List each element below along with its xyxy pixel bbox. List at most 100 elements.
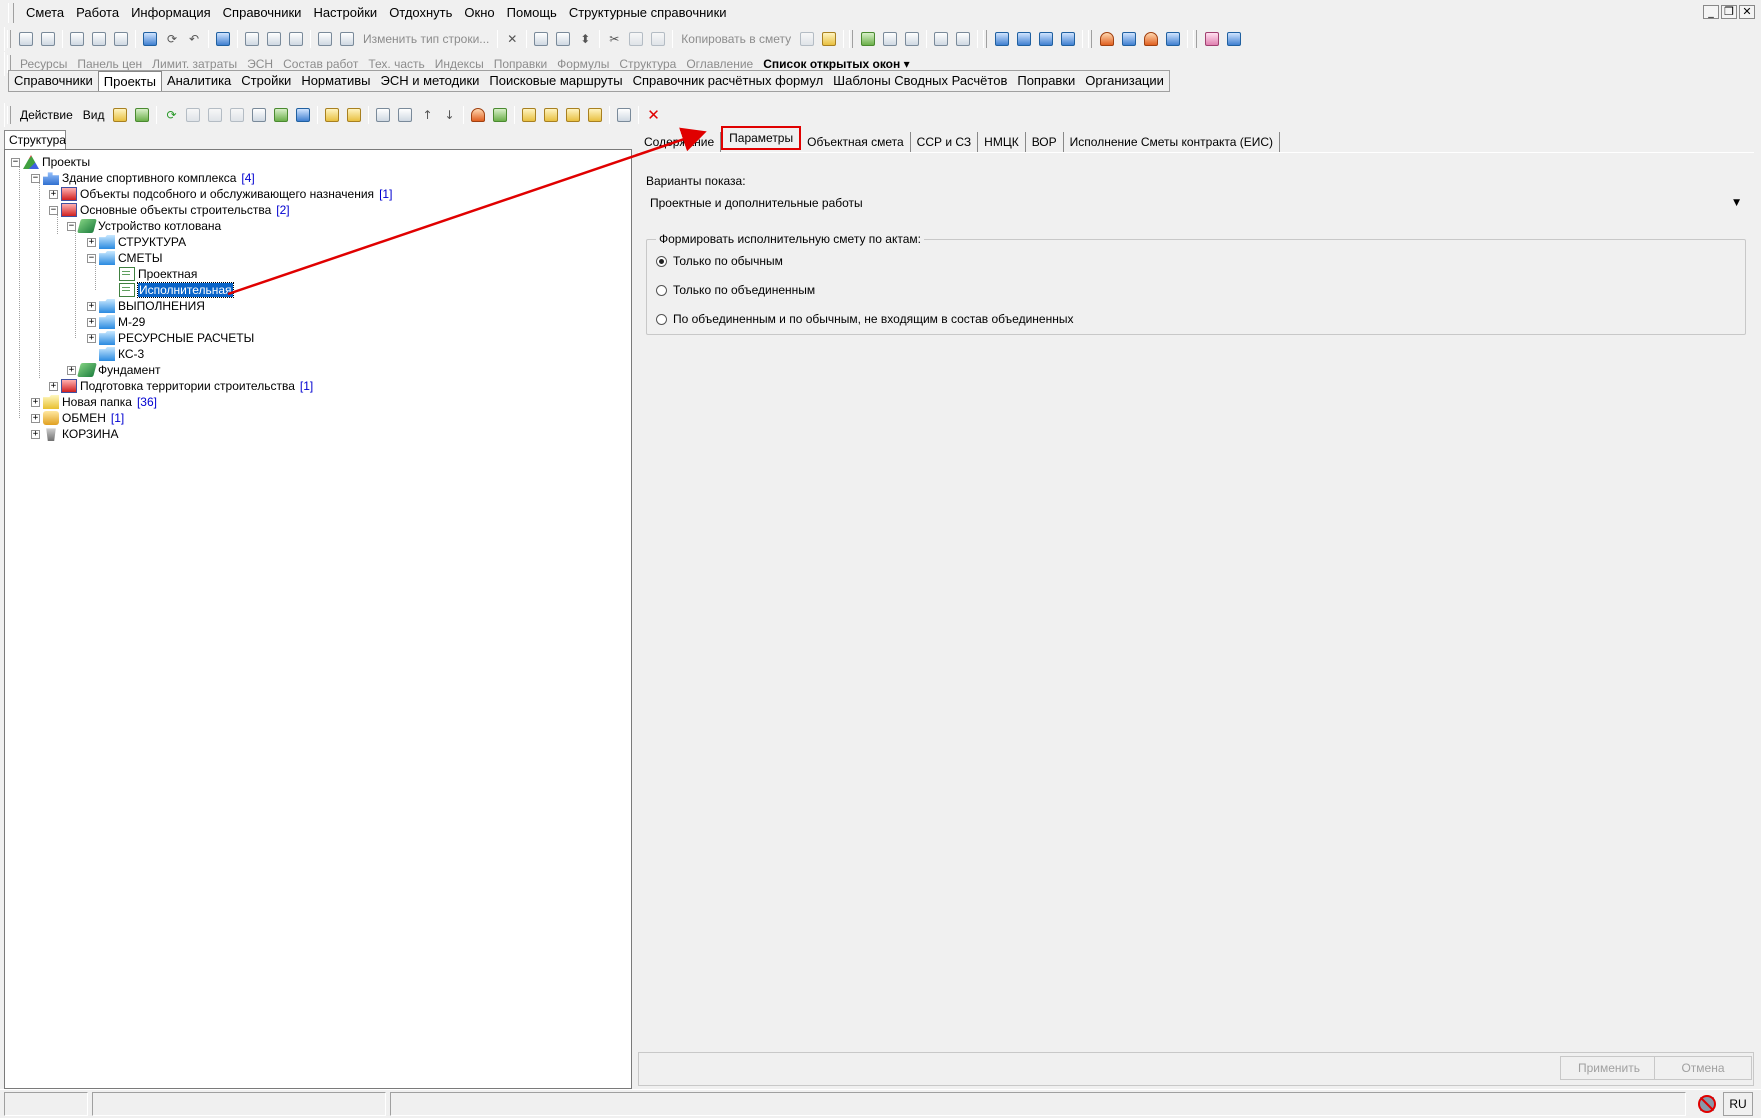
close-icon[interactable]: ✕: [1739, 5, 1755, 19]
chart-icon[interactable]: [489, 105, 511, 125]
hierarchy-icon[interactable]: [467, 105, 489, 125]
filter-icon[interactable]: [930, 29, 952, 49]
toolbar-grip[interactable]: [7, 30, 11, 48]
sort-icon[interactable]: ⬍: [574, 29, 596, 49]
tab-search-routes[interactable]: Поисковые маршруты: [484, 71, 627, 91]
action-menu[interactable]: Действие: [15, 105, 78, 125]
estimate-icon[interactable]: [270, 105, 292, 125]
outdent-icon[interactable]: [1035, 29, 1057, 49]
layers-icon[interactable]: [1223, 29, 1245, 49]
tab-formula-ref[interactable]: Справочник расчётных формул: [628, 71, 829, 91]
indent2-icon[interactable]: [1013, 29, 1035, 49]
tree-item-estimates[interactable]: − СМЕТЫ: [87, 250, 162, 266]
language-indicator[interactable]: RU: [1723, 1092, 1753, 1116]
tab-constructions[interactable]: Стройки: [236, 71, 296, 91]
helmet-icon[interactable]: [1140, 29, 1162, 49]
copy-to-estimate-button[interactable]: Копировать в смету: [676, 29, 796, 49]
tree-item-prep[interactable]: + Подготовка территории строительства [1…: [49, 378, 313, 394]
tree-insert-icon[interactable]: [37, 29, 59, 49]
excel-icon[interactable]: [66, 29, 88, 49]
expand-icon[interactable]: +: [87, 301, 96, 311]
expand-icon[interactable]: +: [31, 429, 40, 439]
tab-projects[interactable]: Проекты: [97, 71, 162, 91]
tree-item-ks3[interactable]: КС-3: [87, 346, 144, 362]
radio-only-merged[interactable]: Только по объединенным: [656, 283, 815, 297]
estimate2-icon[interactable]: [292, 105, 314, 125]
menu-info[interactable]: Информация: [125, 3, 217, 23]
tab-normatives[interactable]: Нормативы: [296, 71, 375, 91]
collapse-icon[interactable]: −: [49, 205, 58, 215]
calc-icon[interactable]: [88, 29, 110, 49]
tab-corrections[interactable]: Поправки: [1012, 71, 1080, 91]
folder-up-icon[interactable]: [109, 105, 131, 125]
comment-icon[interactable]: [285, 29, 307, 49]
tab-nmck[interactable]: НМЦК: [978, 132, 1026, 152]
expand-icon[interactable]: +: [49, 381, 58, 391]
tab-object-estimate[interactable]: Объектная смета: [801, 132, 911, 152]
apply-button[interactable]: Применить: [1560, 1056, 1658, 1080]
tree-item-aux-objects[interactable]: + Объекты подсобного и обслуживающего на…: [49, 186, 392, 202]
refresh-green-icon[interactable]: ⟳: [160, 105, 182, 125]
form-ks-icon[interactable]: [518, 105, 540, 125]
tree-item-main-objects[interactable]: − Основные объекты строительства [2]: [49, 202, 290, 218]
tree-item-design[interactable]: Проектная: [119, 266, 197, 282]
collapse-icon[interactable]: −: [67, 221, 76, 231]
tab-contract-execution[interactable]: Исполнение Сметы контракта (ЕИС): [1064, 132, 1281, 152]
truck-icon[interactable]: [314, 29, 336, 49]
export-icon[interactable]: [552, 29, 574, 49]
form-fz-icon[interactable]: [584, 105, 606, 125]
tree-item-exchange[interactable]: + ОБМЕН [1]: [31, 410, 124, 426]
clipboard-icon[interactable]: [818, 29, 840, 49]
collapse-icon[interactable]: −: [87, 253, 96, 263]
menu-help[interactable]: Помощь: [501, 3, 563, 23]
radio-only-regular[interactable]: Только по обычным: [656, 254, 783, 268]
tree-item-new-folder[interactable]: + Новая папка [36]: [31, 394, 157, 410]
filter2-icon[interactable]: [952, 29, 974, 49]
menu-rest[interactable]: Отдохнуть: [383, 3, 458, 23]
import-icon[interactable]: [321, 105, 343, 125]
tree-item-fulfillment[interactable]: + ВЫПОЛНЕНИЯ: [87, 298, 205, 314]
doc-pr-icon[interactable]: [901, 29, 923, 49]
close-red-icon[interactable]: ✕: [642, 105, 664, 125]
outdent2-icon[interactable]: [1057, 29, 1079, 49]
hammer-icon[interactable]: [1096, 29, 1118, 49]
book-icon[interactable]: [857, 29, 879, 49]
form-rr-icon[interactable]: [562, 105, 584, 125]
tree-item-projects[interactable]: − Проекты: [11, 154, 90, 170]
tree-item-trash[interactable]: + КОРЗИНА: [31, 426, 118, 442]
no-sync-icon[interactable]: [1697, 1094, 1717, 1114]
cut-icon[interactable]: ✂: [603, 29, 625, 49]
print-icon[interactable]: [530, 29, 552, 49]
car-icon[interactable]: [1162, 29, 1184, 49]
collapse-icon[interactable]: −: [31, 173, 40, 183]
tree-item-building[interactable]: − Здание спортивного комплекса [4]: [31, 170, 255, 186]
tree-item-m29[interactable]: + М-29: [87, 314, 145, 330]
menu-window[interactable]: Окно: [458, 3, 500, 23]
tab-analytics[interactable]: Аналитика: [162, 71, 236, 91]
menu-smeta[interactable]: Смета: [20, 3, 70, 23]
tab-parameters[interactable]: Параметры: [721, 126, 802, 150]
import2-icon[interactable]: [343, 105, 365, 125]
truck-blue-icon[interactable]: [1118, 29, 1140, 49]
tab-templates[interactable]: Шаблоны Сводных Расчётов: [828, 71, 1012, 91]
object-icon[interactable]: [226, 105, 248, 125]
restore-icon[interactable]: ❐: [1721, 5, 1737, 19]
search-icon[interactable]: [110, 29, 132, 49]
tab-organizations[interactable]: Организации: [1080, 71, 1169, 91]
grid-edit-icon[interactable]: [263, 29, 285, 49]
expand-icon[interactable]: +: [87, 333, 96, 343]
redo-icon[interactable]: [212, 29, 234, 49]
tab-contents[interactable]: Содержание: [638, 132, 722, 152]
tab-esn-methods[interactable]: ЭСН и методики: [376, 71, 485, 91]
tree-item-resource-calc[interactable]: + РЕСУРСНЫЕ РАСЧЕТЫ: [87, 330, 254, 346]
tree-item-executive[interactable]: Исполнительная: [119, 282, 234, 298]
object2-icon[interactable]: [248, 105, 270, 125]
structure-tab[interactable]: Структура: [4, 130, 66, 150]
tree-item-pit[interactable]: − Устройство котлована: [67, 218, 221, 234]
expand-icon[interactable]: +: [87, 237, 96, 247]
arrow-down-icon[interactable]: ↓: [438, 105, 460, 125]
folder-new-icon[interactable]: [131, 105, 153, 125]
paste-icon[interactable]: [647, 29, 669, 49]
tab-vor[interactable]: ВОР: [1026, 132, 1064, 152]
menu-references[interactable]: Справочники: [217, 3, 308, 23]
